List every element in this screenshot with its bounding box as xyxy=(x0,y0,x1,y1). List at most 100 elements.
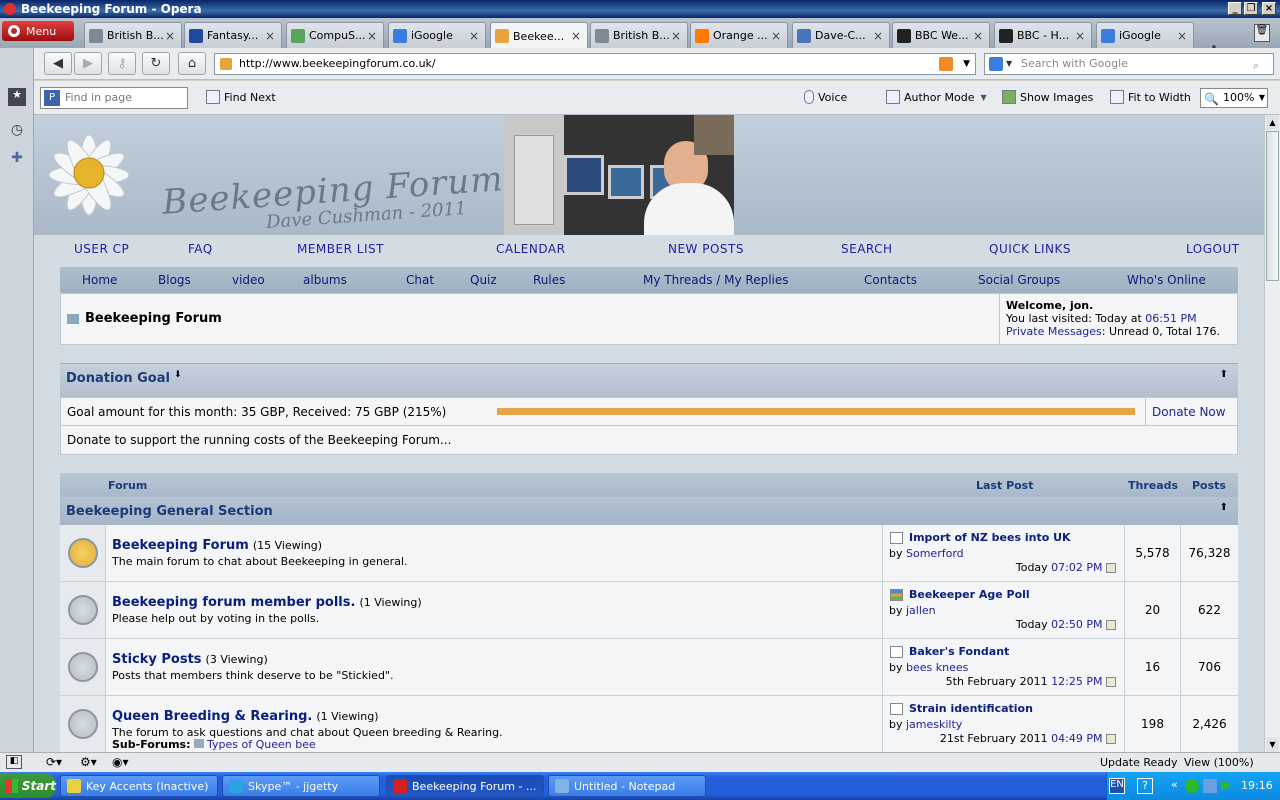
last-post-title-link[interactable]: Baker's Fondant xyxy=(909,645,1009,658)
sub-nav-link[interactable]: Rules xyxy=(533,273,565,287)
top-nav-link[interactable]: USER CP xyxy=(74,242,129,256)
collapse-toggle-icon[interactable]: ⬇ xyxy=(174,370,182,380)
address-dropdown-icon[interactable]: ▼ xyxy=(963,54,970,74)
sub-nav-link[interactable]: Contacts xyxy=(864,273,917,287)
close-window-button[interactable]: × xyxy=(1262,2,1276,15)
forum-title-link[interactable]: Sticky Posts xyxy=(112,652,202,667)
donation-title[interactable]: Donation Goal xyxy=(66,371,170,386)
sub-nav-link[interactable]: Chat xyxy=(406,273,434,287)
last-post-title-link[interactable]: Strain identification xyxy=(909,702,1033,715)
browser-tab[interactable]: British B... × xyxy=(84,22,182,48)
sub-nav-link[interactable]: albums xyxy=(303,273,347,287)
go-to-post-icon[interactable] xyxy=(1106,620,1116,630)
browser-tab[interactable]: Fantasy... × xyxy=(184,22,282,48)
trash-icon[interactable]: 🗑 xyxy=(1254,24,1270,42)
scroll-up-icon[interactable]: ▲ xyxy=(1266,115,1279,130)
browser-tab[interactable]: CompuS... × xyxy=(286,22,384,48)
top-nav-link[interactable]: NEW POSTS xyxy=(668,242,744,256)
sub-nav-link[interactable]: Quiz xyxy=(470,273,497,287)
opera-menu-button[interactable]: Menu xyxy=(2,21,74,41)
top-nav-link[interactable]: SEARCH xyxy=(841,242,893,256)
scroll-thumb[interactable] xyxy=(1266,131,1279,281)
top-nav-link[interactable]: MEMBER LIST xyxy=(297,242,384,256)
media-play-icon[interactable]: ▶ xyxy=(1221,777,1232,793)
start-button[interactable]: Start xyxy=(0,774,56,798)
close-tab-icon[interactable]: × xyxy=(165,29,177,43)
sub-nav-link[interactable]: Blogs xyxy=(158,273,191,287)
author-link[interactable]: Somerford xyxy=(906,547,964,560)
close-tab-icon[interactable]: × xyxy=(265,29,277,43)
author-link[interactable]: jallen xyxy=(906,604,936,617)
zoom-select[interactable]: 🔍 100% ▼ xyxy=(1200,88,1268,108)
section-title[interactable]: Beekeeping General Section xyxy=(66,504,273,519)
browser-tab[interactable]: iGoogle × xyxy=(1096,22,1194,48)
history-clock-icon[interactable]: ◷ xyxy=(8,122,26,140)
forward-button[interactable]: ▶ xyxy=(74,52,102,75)
last-post-title-link[interactable]: Beekeeper Age Poll xyxy=(909,588,1030,601)
close-tab-icon[interactable]: × xyxy=(771,29,783,43)
close-tab-icon[interactable]: × xyxy=(571,29,583,43)
wand-key-button[interactable]: ⚷ xyxy=(108,52,136,75)
forum-title-link[interactable]: Beekeeping forum member polls. xyxy=(112,595,355,610)
forum-title-link[interactable]: Beekeeping Forum xyxy=(112,538,249,553)
sub-nav-link[interactable]: Social Groups xyxy=(978,273,1060,287)
sync-icon[interactable]: ⟳▾ xyxy=(46,755,62,769)
top-nav-link[interactable]: CALENDAR xyxy=(496,242,565,256)
author-mode-button[interactable]: Author Mode ▼ xyxy=(886,90,987,104)
search-engine-dropdown-icon[interactable]: ▼ xyxy=(1006,54,1012,74)
browser-tab[interactable]: Beekee... × xyxy=(490,22,588,49)
show-images-button[interactable]: Show Images xyxy=(1002,90,1093,104)
home-button[interactable]: ⌂ xyxy=(178,52,206,75)
sub-nav-link[interactable]: video xyxy=(232,273,265,287)
browser-tab[interactable]: BBC - H... × xyxy=(994,22,1092,48)
close-tab-icon[interactable]: × xyxy=(873,29,885,43)
browser-tab[interactable]: BBC We... × xyxy=(892,22,990,48)
view-zoom-status[interactable]: View (100%) xyxy=(1184,756,1254,769)
find-in-page-input[interactable]: P Find in page xyxy=(40,87,188,109)
scroll-down-icon[interactable]: ▼ xyxy=(1266,737,1279,752)
close-tab-icon[interactable]: × xyxy=(469,29,481,43)
taskbar-button[interactable]: Untitled - Notepad xyxy=(548,775,706,797)
vertical-scrollbar[interactable]: ▲ ▼ xyxy=(1264,115,1280,752)
collapse-up-icon[interactable]: ⬆ xyxy=(1220,502,1228,513)
address-bar[interactable]: http://www.beekeepingforum.co.uk/ ▼ xyxy=(214,53,976,75)
taskbar-button[interactable]: Key Accents (Inactive) xyxy=(60,775,218,797)
turbo-icon[interactable]: ◉▾ xyxy=(112,755,129,769)
private-messages-link[interactable]: Private Messages xyxy=(1006,325,1102,338)
top-nav-link[interactable]: FAQ xyxy=(188,242,213,256)
taskbar-button[interactable]: Beekeeping Forum - ... xyxy=(386,775,544,797)
sub-forum-link[interactable]: Types of Queen bee xyxy=(207,738,316,751)
close-tab-icon[interactable]: × xyxy=(1075,29,1087,43)
unite-icon[interactable]: ⚙▾ xyxy=(80,755,97,769)
forum-title-link[interactable]: Queen Breeding & Rearing. xyxy=(112,709,312,724)
close-tab-icon[interactable]: × xyxy=(1177,29,1189,43)
search-field[interactable]: ▼ Search with Google ⌕ xyxy=(984,53,1274,75)
sub-nav-link[interactable]: Who's Online xyxy=(1127,273,1206,287)
voice-button[interactable]: Voice xyxy=(804,90,847,104)
find-next-button[interactable]: Find Next xyxy=(206,90,276,104)
taskbar-button[interactable]: Skype™ - jjgetty xyxy=(222,775,380,797)
top-nav-link[interactable]: QUICK LINKS xyxy=(989,242,1071,256)
reload-button[interactable]: ↻ xyxy=(142,52,170,75)
security-tray-icon[interactable] xyxy=(1185,779,1199,793)
close-tab-icon[interactable]: × xyxy=(367,29,379,43)
language-indicator[interactable]: EN xyxy=(1109,778,1125,794)
author-link[interactable]: jameskilty xyxy=(906,718,962,731)
last-post-title-link[interactable]: Import of NZ bees into UK xyxy=(909,531,1071,544)
restore-button[interactable]: ❐ xyxy=(1244,2,1258,15)
sub-nav-link[interactable]: My Threads / My Replies xyxy=(643,273,789,287)
go-to-post-icon[interactable] xyxy=(1106,563,1116,573)
add-panel-icon[interactable]: ✚ xyxy=(8,150,26,168)
bookmarks-icon[interactable]: ★ xyxy=(8,88,26,106)
clock[interactable]: 19:16 xyxy=(1241,779,1273,792)
close-tab-icon[interactable]: × xyxy=(671,29,683,43)
search-icon[interactable]: ⌕ xyxy=(1253,56,1269,72)
panel-toggle-icon[interactable]: ◧ xyxy=(6,755,22,769)
browser-tab[interactable]: British B... × xyxy=(590,22,688,48)
go-to-post-icon[interactable] xyxy=(1106,677,1116,687)
help-icon[interactable]: ? xyxy=(1137,778,1153,794)
browser-tab[interactable]: Dave-C... × xyxy=(792,22,890,48)
sub-nav-link[interactable]: Home xyxy=(82,273,117,287)
tray-expand-icon[interactable]: « xyxy=(1171,778,1178,791)
rss-icon[interactable] xyxy=(939,57,953,71)
